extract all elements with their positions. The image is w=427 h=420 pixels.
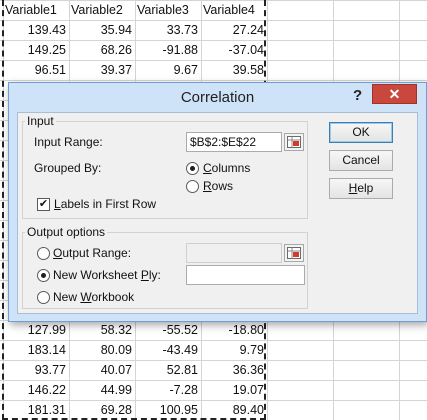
- data-cell[interactable]: 96.51: [3, 60, 69, 80]
- data-cell[interactable]: 80.09: [69, 340, 135, 360]
- data-cell[interactable]: 93.77: [3, 360, 69, 380]
- labels-first-row-checkbox[interactable]: ✔: [37, 198, 50, 211]
- data-cell[interactable]: 36.36: [201, 360, 267, 380]
- grouped-by-label: Grouped By:: [34, 161, 102, 175]
- input-group-label: Input: [25, 114, 56, 128]
- new-worksheet-ply-label[interactable]: New Worksheet Ply:: [53, 268, 161, 282]
- new-workbook-radio[interactable]: [37, 291, 50, 304]
- new-worksheet-ply-radio[interactable]: [37, 269, 50, 282]
- data-cell[interactable]: -37.04: [201, 40, 267, 60]
- cancel-button[interactable]: Cancel: [329, 150, 393, 171]
- data-cell[interactable]: 100.95: [135, 400, 201, 420]
- range-select-icon: [287, 136, 301, 148]
- output-range-label[interactable]: Output Range:: [53, 246, 131, 260]
- rows-option-label[interactable]: Rows: [203, 179, 233, 193]
- column-header-variable3[interactable]: Variable3: [135, 0, 201, 20]
- column-header-variable1[interactable]: Variable1: [3, 0, 69, 20]
- data-cell[interactable]: 68.26: [69, 40, 135, 60]
- data-cell[interactable]: 181.31: [3, 400, 69, 420]
- columns-option-label[interactable]: Columns: [203, 161, 250, 175]
- data-cell[interactable]: -43.49: [135, 340, 201, 360]
- output-options-group-label: Output options: [25, 225, 108, 239]
- input-range-label: Input Range:: [34, 135, 103, 149]
- output-range-collapse-button[interactable]: [284, 244, 304, 262]
- data-cell[interactable]: 44.99: [69, 380, 135, 400]
- data-cell[interactable]: 35.94: [69, 20, 135, 40]
- data-cell[interactable]: 146.22: [3, 380, 69, 400]
- data-cell[interactable]: 58.32: [69, 320, 135, 340]
- data-cell[interactable]: -18.80: [201, 320, 267, 340]
- output-range-field[interactable]: [186, 243, 282, 263]
- input-range-collapse-button[interactable]: [284, 133, 304, 151]
- data-cell[interactable]: 183.14: [3, 340, 69, 360]
- column-header-variable2[interactable]: Variable2: [69, 0, 135, 20]
- input-range-field[interactable]: $B$2:$E$22: [186, 132, 282, 152]
- range-select-icon: [287, 247, 301, 259]
- data-cell[interactable]: -55.52: [135, 320, 201, 340]
- correlation-dialog: Correlation ? ✕ Input Input Range: $B$2:…: [8, 82, 427, 322]
- data-cell[interactable]: 19.07: [201, 380, 267, 400]
- help-question-icon[interactable]: ?: [353, 87, 362, 104]
- data-cell[interactable]: 33.73: [135, 20, 201, 40]
- data-cell[interactable]: 39.37: [69, 60, 135, 80]
- grouped-by-columns-radio[interactable]: [186, 162, 199, 175]
- dialog-title: Correlation: [180, 89, 255, 106]
- dialog-titlebar[interactable]: Correlation ? ✕: [9, 83, 426, 112]
- data-cell[interactable]: 52.81: [135, 360, 201, 380]
- labels-first-row-label[interactable]: Labels in First Row: [54, 197, 156, 211]
- grouped-by-rows-radio[interactable]: [186, 180, 199, 193]
- data-cell[interactable]: 127.99: [3, 320, 69, 340]
- new-workbook-label[interactable]: New Workbook: [53, 290, 134, 304]
- data-cell[interactable]: 9.67: [135, 60, 201, 80]
- data-cell[interactable]: 139.43: [3, 20, 69, 40]
- data-cell[interactable]: 149.25: [3, 40, 69, 60]
- data-cell[interactable]: 27.24: [201, 20, 267, 40]
- help-button[interactable]: Help: [329, 178, 393, 199]
- data-cell[interactable]: 69.28: [69, 400, 135, 420]
- output-range-radio[interactable]: [37, 247, 50, 260]
- new-worksheet-ply-field[interactable]: [186, 265, 305, 285]
- dialog-client-area: Input Input Range: $B$2:$E$22 Grouped By…: [17, 112, 418, 314]
- data-cell[interactable]: 89.40: [201, 400, 267, 420]
- data-cell[interactable]: 9.79: [201, 340, 267, 360]
- close-button[interactable]: ✕: [372, 84, 417, 104]
- data-cell[interactable]: -7.28: [135, 380, 201, 400]
- data-cell[interactable]: 40.07: [69, 360, 135, 380]
- column-header-variable4[interactable]: Variable4: [201, 0, 267, 20]
- data-cell[interactable]: -91.88: [135, 40, 201, 60]
- data-cell[interactable]: 39.58: [201, 60, 267, 80]
- ok-button[interactable]: OK: [329, 122, 393, 143]
